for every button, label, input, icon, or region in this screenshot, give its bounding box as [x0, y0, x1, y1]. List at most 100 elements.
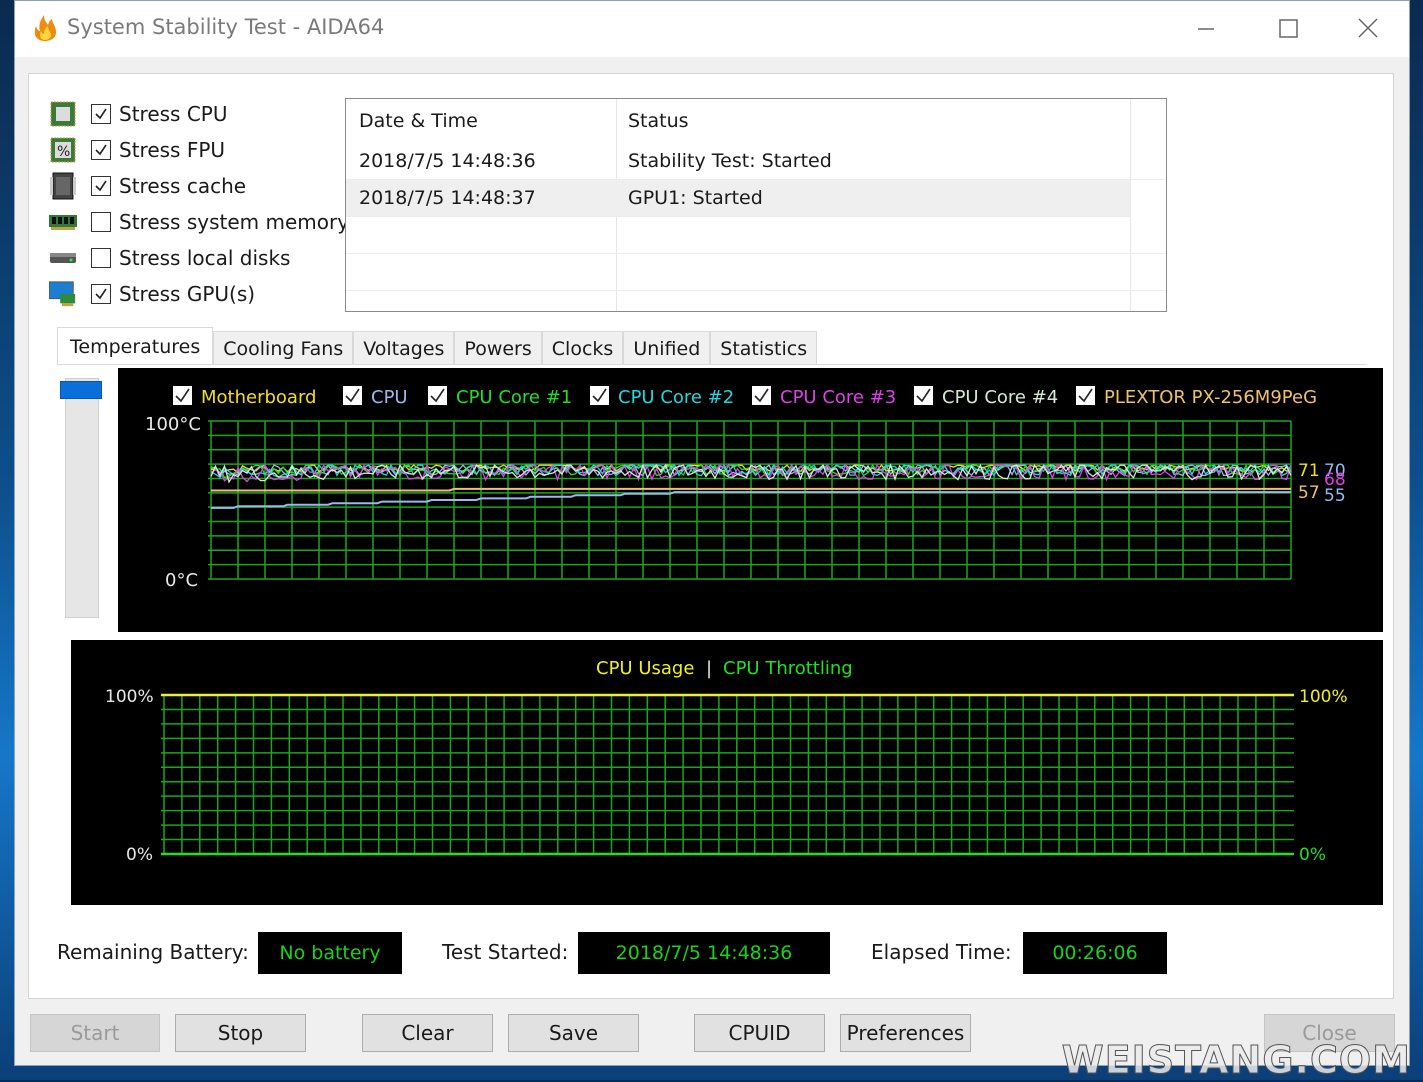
- minimize-button[interactable]: [1181, 11, 1231, 47]
- svg-text:%: %: [57, 144, 70, 160]
- battery-value: No battery: [258, 932, 402, 974]
- stress-option-label: Stress cache: [119, 174, 247, 198]
- tab-cooling-fans[interactable]: Cooling Fans: [213, 331, 354, 365]
- cache-chip-icon: [49, 172, 77, 200]
- main-panel: Stress CPU% Stress FPU Stress cache Stress …: [28, 73, 1394, 999]
- cpu-usage-chart-svg: CPU Usage | CPU Throttling 100% 0% 100% …: [105, 658, 1348, 865]
- watermark: WEISTANG.COM: [1061, 1038, 1411, 1082]
- memory-module-icon: [49, 209, 77, 235]
- legend-checkbox[interactable]: [1076, 386, 1095, 405]
- legend-label: CPU Core #3: [780, 387, 896, 408]
- maximize-button[interactable]: [1263, 11, 1313, 47]
- legend-label: CPU Core #4: [942, 387, 1058, 408]
- title-bar: System Stability Test - AIDA64: [15, 1, 1409, 57]
- battery-label: Remaining Battery:: [57, 940, 249, 964]
- elapsed-time-value: 00:26:06: [1023, 932, 1167, 974]
- close-icon: [1358, 18, 1378, 38]
- log-row[interactable]: 2018/7/5 14:48:37 GPU1: Started: [346, 180, 1130, 217]
- test-started-label: Test Started:: [442, 940, 569, 964]
- start-button[interactable]: Start: [30, 1014, 160, 1052]
- stress-option-label: Stress GPU(s): [119, 282, 256, 306]
- close-window-button[interactable]: [1343, 11, 1393, 47]
- cpuid-button[interactable]: CPUID: [694, 1014, 825, 1052]
- cpu-usage-title: CPU Usage: [596, 658, 694, 679]
- legend-checkbox[interactable]: [428, 386, 447, 405]
- log-status: GPU1: Started: [628, 187, 763, 209]
- checkbox[interactable]: [91, 104, 111, 124]
- disk-drive-icon: [49, 245, 77, 271]
- cpu-chip-icon: [49, 101, 77, 127]
- log-row-empty: [346, 217, 1166, 254]
- tab-statistics[interactable]: Statistics: [710, 331, 818, 365]
- temperature-chart-svg: Motherboard CPU CPU Core #1 CPU Core #2 CPU …: [145, 386, 1346, 591]
- legend-item[interactable]: CPU Core #2: [590, 386, 734, 408]
- log-row-empty: [346, 254, 1166, 291]
- preferences-button[interactable]: Preferences: [840, 1014, 971, 1052]
- status-bar: Remaining Battery: No battery Test Start…: [29, 930, 1393, 978]
- tab-temperatures[interactable]: Temperatures: [57, 327, 214, 365]
- stress-option-stress-local-disks[interactable]: Stress local disks: [49, 240, 349, 276]
- tab-powers[interactable]: Powers: [454, 331, 542, 365]
- log-header-row: Date & Time Status: [346, 99, 1166, 143]
- stress-option-stress-system-memory[interactable]: Stress system memory: [49, 204, 349, 240]
- stress-option-stress-gpu-s[interactable]: Stress GPU(s): [49, 276, 349, 312]
- temperature-chart: Motherboard CPU CPU Core #1 CPU Core #2 CPU …: [118, 368, 1383, 632]
- legend-item[interactable]: Motherboard: [173, 386, 316, 408]
- log-datetime: 2018/7/5 14:48:37: [359, 187, 536, 209]
- log-status: Stability Test: Started: [628, 150, 832, 172]
- stress-option-label: Stress system memory: [119, 210, 350, 234]
- stop-button[interactable]: Stop: [175, 1014, 306, 1052]
- stress-option-label: Stress local disks: [119, 246, 291, 270]
- sensor-tabs: Temperatures Cooling Fans Voltages Power…: [57, 327, 818, 365]
- legend-item[interactable]: CPU Core #3: [752, 386, 896, 408]
- app-window: System Stability Test - AIDA64 Stress CP…: [14, 0, 1410, 1066]
- legend-item[interactable]: CPU: [343, 386, 408, 408]
- tab-clocks[interactable]: Clocks: [541, 331, 624, 365]
- legend-checkbox[interactable]: [590, 386, 609, 405]
- elapsed-time-label: Elapsed Time:: [871, 940, 1012, 964]
- legend-label: PLEXTOR PX-256M9PeG: [1104, 387, 1317, 408]
- checkbox[interactable]: [91, 176, 111, 196]
- cpu-throttling-title: CPU Throttling: [723, 658, 853, 679]
- stress-option-stress-fpu[interactable]: % Stress FPU: [49, 132, 349, 168]
- minimize-icon: [1198, 28, 1214, 30]
- y-max-label: 100°C: [145, 414, 201, 435]
- legend-label: CPU Core #1: [456, 387, 572, 408]
- log-datetime: 2018/7/5 14:48:36: [359, 150, 536, 172]
- checkbox[interactable]: [91, 212, 111, 232]
- legend-label: CPU Core #2: [618, 387, 734, 408]
- column-header-datetime[interactable]: Date & Time: [359, 99, 478, 143]
- chart-scroll-slider[interactable]: [60, 378, 102, 618]
- test-started-value: 2018/7/5 14:48:36: [578, 932, 830, 974]
- log-row[interactable]: 2018/7/5 14:48:36 Stability Test: Starte…: [346, 143, 1166, 180]
- current-value-label: 55: [1324, 486, 1346, 506]
- legend-item[interactable]: CPU Core #1: [428, 386, 572, 408]
- checkbox[interactable]: [91, 248, 111, 268]
- legend-item[interactable]: PLEXTOR PX-256M9PeG: [1076, 386, 1317, 408]
- title-separator: |: [706, 658, 712, 679]
- legend-checkbox[interactable]: [343, 386, 362, 405]
- event-log-table: Date & Time Status 2018/7/5 14:48:36 Sta…: [345, 98, 1167, 312]
- maximize-icon: [1279, 19, 1298, 38]
- checkbox[interactable]: [91, 140, 111, 160]
- current-value-label: 71: [1298, 461, 1320, 481]
- column-header-status[interactable]: Status: [628, 99, 689, 143]
- window-title: System Stability Test - AIDA64: [67, 15, 385, 39]
- legend-item[interactable]: CPU Core #4: [914, 386, 1058, 408]
- tab-voltages[interactable]: Voltages: [353, 331, 455, 365]
- stress-option-stress-cache[interactable]: Stress cache: [49, 168, 349, 204]
- right-min-label: 0%: [1299, 845, 1326, 865]
- clear-button[interactable]: Clear: [362, 1014, 493, 1052]
- gpu-monitor-icon: [49, 281, 77, 307]
- left-min-label: 0%: [126, 845, 153, 865]
- tab-unified[interactable]: Unified: [623, 331, 711, 365]
- stress-option-stress-cpu[interactable]: Stress CPU: [49, 96, 349, 132]
- legend-checkbox[interactable]: [914, 386, 933, 405]
- legend-checkbox[interactable]: [752, 386, 771, 405]
- checkbox[interactable]: [91, 284, 111, 304]
- slider-thumb[interactable]: [60, 381, 102, 399]
- right-max-label: 100%: [1299, 687, 1348, 707]
- legend-checkbox[interactable]: [173, 386, 192, 405]
- save-button[interactable]: Save: [508, 1014, 639, 1052]
- current-value-label: 57: [1298, 483, 1320, 503]
